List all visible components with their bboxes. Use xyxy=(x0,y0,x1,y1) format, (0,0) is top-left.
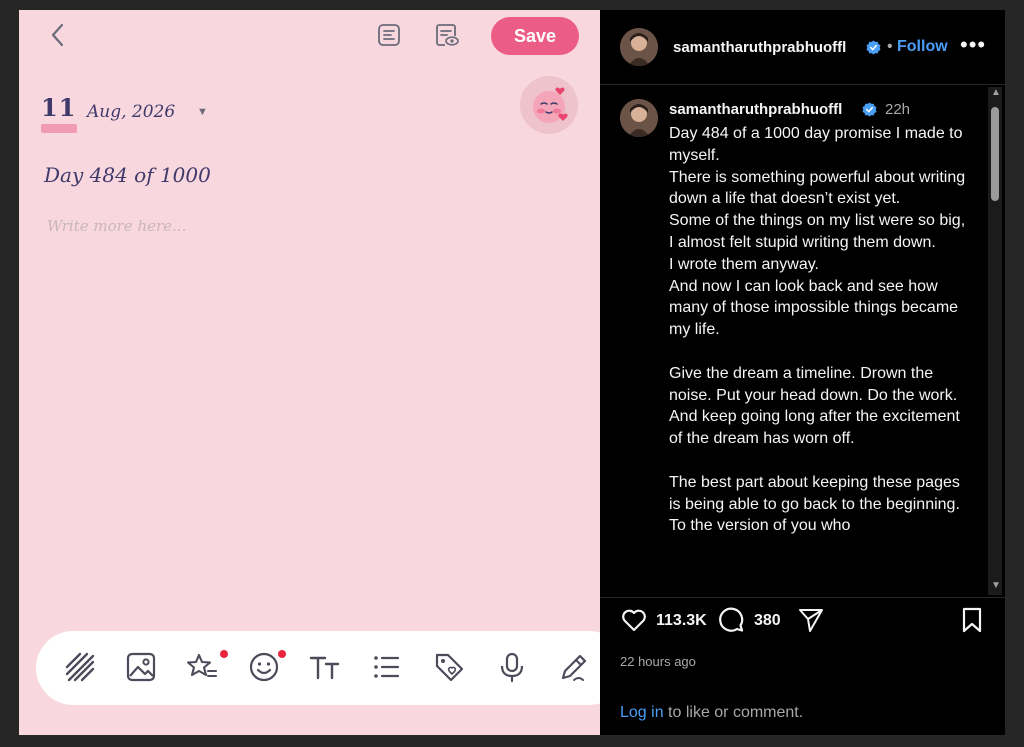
verified-badge-icon xyxy=(866,40,881,55)
list-icon xyxy=(374,656,400,678)
caption-line: There is something powerful about writin… xyxy=(669,168,966,208)
caption-line: Some of the things on my list were so bi… xyxy=(669,212,966,251)
save-post-button[interactable] xyxy=(958,606,986,634)
comment-button[interactable] xyxy=(717,606,745,634)
preview-button[interactable] xyxy=(434,22,460,48)
login-link[interactable]: Log in xyxy=(620,704,664,721)
date-dropdown-caret-icon[interactable]: ▼ xyxy=(197,106,208,118)
date-highlight xyxy=(41,124,77,133)
caption-line: And now I can look back and see how many… xyxy=(669,277,959,339)
document-lines-icon xyxy=(378,24,400,46)
back-button[interactable] xyxy=(45,22,71,48)
avatar[interactable] xyxy=(620,28,658,66)
caption-avatar[interactable] xyxy=(620,99,658,137)
like-count[interactable]: 113.3K xyxy=(656,612,707,630)
chevron-left-icon xyxy=(51,23,64,47)
date-month[interactable]: Aug, 2026 xyxy=(87,102,175,122)
tag-icon xyxy=(435,653,464,682)
draw-button[interactable] xyxy=(557,650,591,684)
profile-photo-icon xyxy=(620,28,658,66)
follow-button[interactable]: Follow xyxy=(897,38,948,56)
caption-line: And keep going long after the excitement… xyxy=(669,408,960,448)
bookmark-icon xyxy=(962,607,982,633)
document-preview-icon xyxy=(436,24,459,46)
image-icon xyxy=(126,652,156,682)
insert-image-button[interactable] xyxy=(124,650,158,684)
post-header: samantharuthprabhuoffl • Follow ••• xyxy=(600,10,1005,85)
outline-button[interactable] xyxy=(376,22,402,48)
caption-scroll-area[interactable]: samantharuthprabhuoffl 22h Day 484 of a … xyxy=(600,85,990,597)
save-button[interactable]: Save xyxy=(491,17,579,55)
text-format-icon xyxy=(309,656,340,680)
emoji-button[interactable] xyxy=(247,650,281,684)
post-age[interactable]: 22h xyxy=(885,101,910,118)
login-prompt: Log in to like or comment. xyxy=(620,704,803,722)
pen-icon xyxy=(561,654,587,681)
microphone-icon xyxy=(500,652,524,683)
new-badge-dot xyxy=(220,650,228,658)
scroll-up-arrow-icon[interactable]: ▲ xyxy=(991,87,1001,98)
caption-line xyxy=(669,341,969,363)
background-pattern-button[interactable] xyxy=(63,650,97,684)
caption-line xyxy=(669,450,969,472)
post-author-username[interactable]: samantharuthprabhuoffl xyxy=(673,39,846,56)
login-prompt-text: to like or comment. xyxy=(663,704,804,721)
list-button[interactable] xyxy=(369,650,403,684)
tag-button[interactable] xyxy=(432,650,466,684)
voice-note-button[interactable] xyxy=(495,650,529,684)
caption-line: I wrote them anyway. xyxy=(669,255,819,273)
text-style-button[interactable] xyxy=(308,650,342,684)
scroll-down-arrow-icon[interactable]: ▼ xyxy=(991,580,1001,591)
new-badge-dot xyxy=(278,650,286,658)
date-day[interactable]: 11 xyxy=(41,93,76,122)
profile-photo-icon xyxy=(620,99,658,137)
action-bar-divider xyxy=(600,597,1005,598)
sticker-button[interactable] xyxy=(185,650,219,684)
scrollbar-thumb[interactable] xyxy=(991,107,999,201)
post-caption: Day 484 of a 1000 day promise I made to … xyxy=(669,123,969,537)
post-timestamp[interactable]: 22 hours ago xyxy=(620,654,696,669)
stripes-icon xyxy=(65,652,95,682)
separator-dot: • xyxy=(887,38,893,55)
blushing-face-icon xyxy=(533,87,568,123)
comment-count[interactable]: 380 xyxy=(754,612,781,630)
verified-badge-icon xyxy=(862,102,877,117)
paper-plane-icon xyxy=(799,609,823,632)
more-options-button[interactable]: ••• xyxy=(960,32,986,58)
journal-editor: Save 11 Aug, 2026 ▼ Day 484 of 1000 Writ… xyxy=(19,10,600,735)
heart-icon xyxy=(622,609,646,632)
share-button[interactable] xyxy=(797,606,825,634)
formatting-toolbar xyxy=(36,631,600,705)
caption-line: Give the dream a timeline. Drown the noi… xyxy=(669,364,958,404)
mood-selector[interactable] xyxy=(520,76,578,134)
window-frame: Save 11 Aug, 2026 ▼ Day 484 of 1000 Writ… xyxy=(0,0,1024,747)
like-button[interactable] xyxy=(620,606,648,634)
sticker-star-icon xyxy=(186,653,218,678)
caption-username[interactable]: samantharuthprabhuoffl xyxy=(669,101,842,118)
caption-line: The best part about keeping these pages … xyxy=(669,473,960,535)
entry-body-placeholder[interactable]: Write more here... xyxy=(47,217,186,235)
comment-bubble-icon xyxy=(719,607,744,632)
emoji-icon xyxy=(249,652,279,682)
caption-line: Day 484 of a 1000 day promise I made to … xyxy=(669,125,963,164)
entry-title[interactable]: Day 484 of 1000 xyxy=(44,163,211,187)
